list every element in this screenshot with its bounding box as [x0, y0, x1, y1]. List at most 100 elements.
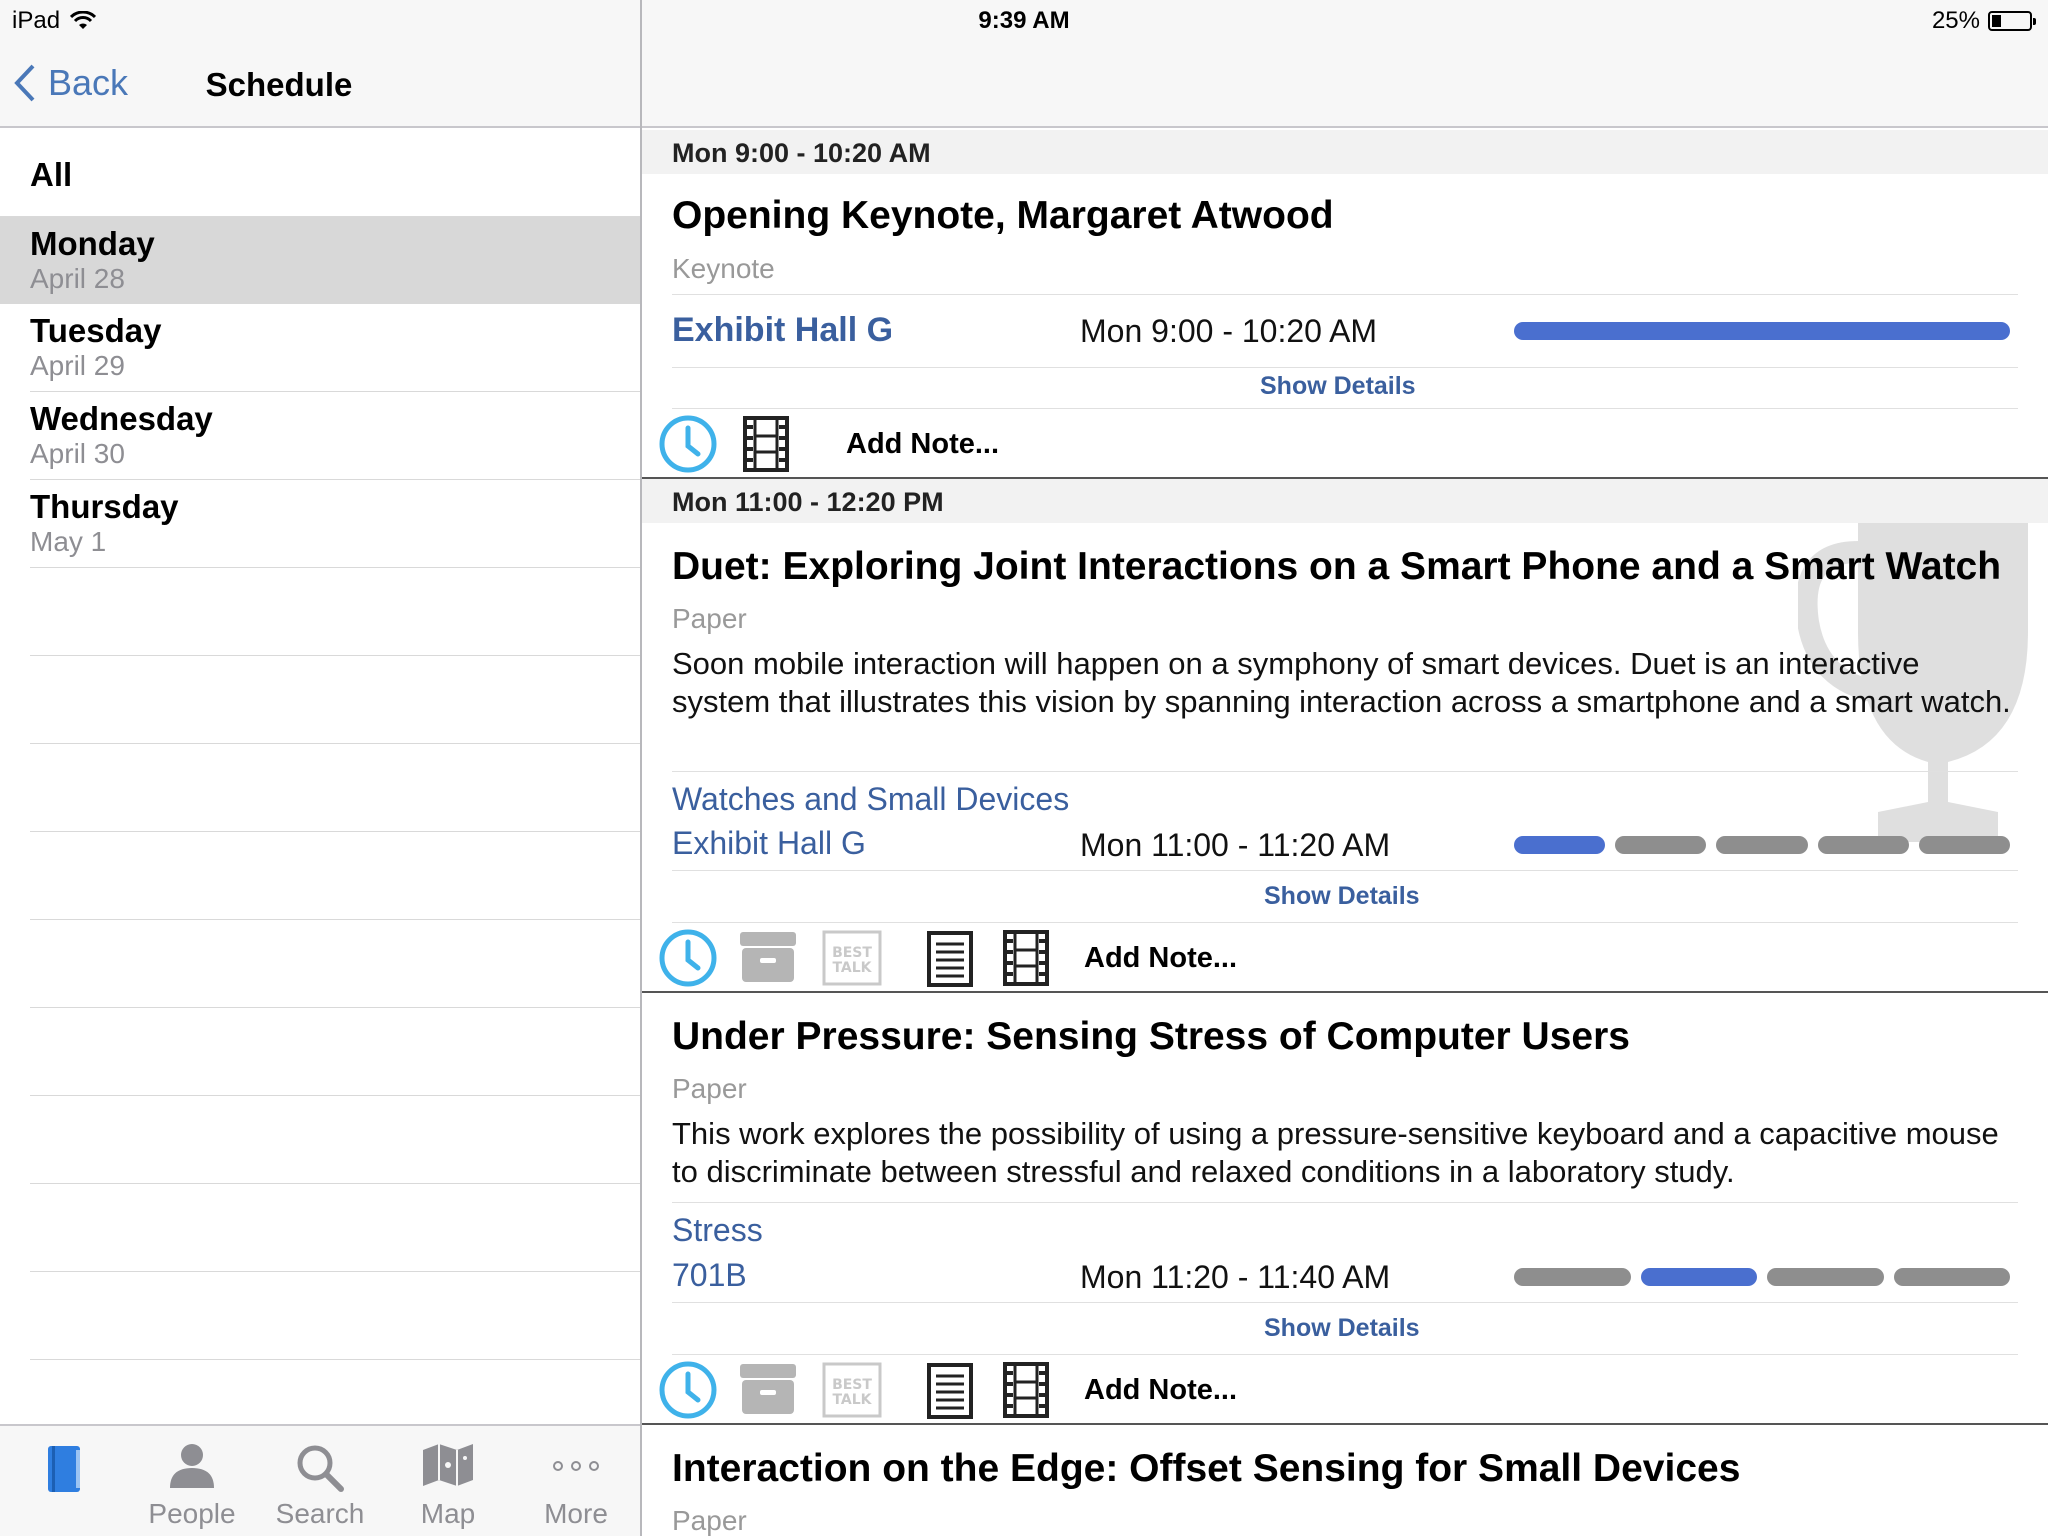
day-item-all[interactable]: All	[0, 128, 640, 217]
battery-percent: 25%	[1931, 7, 1980, 34]
best-talk-icon[interactable]: BEST TALK	[822, 1362, 882, 1418]
page-title-text: Schedule	[205, 66, 353, 103]
timeline-segment[interactable]	[1615, 836, 1707, 854]
clock-icon[interactable]	[658, 414, 718, 474]
timeline-segment[interactable]	[1514, 836, 1606, 854]
day-item-wednesday[interactable]: Wednesday April 30	[30, 392, 640, 480]
add-note-button[interactable]: Add Note...	[846, 428, 999, 461]
timeline-segment[interactable]	[1817, 836, 1909, 854]
empty-row	[30, 656, 640, 744]
timeline-segment[interactable]	[1640, 1268, 1757, 1286]
document-icon[interactable]	[926, 930, 974, 988]
talk-type: Paper	[672, 1073, 747, 1104]
talk-type: Keynote	[672, 253, 775, 284]
show-details-link[interactable]: Show Details	[1260, 372, 1416, 401]
talk-abstract: This work explores the possibility of us…	[672, 1116, 1999, 1189]
session-time-header: Mon 11:00 - 12:20 PM	[642, 479, 2048, 523]
tab-people[interactable]: People	[128, 1426, 256, 1536]
status-bar: iPad 9:39 AM 25%	[0, 0, 2048, 40]
empty-row	[30, 832, 640, 920]
add-note-button[interactable]: Add Note...	[1084, 942, 1237, 975]
session-link[interactable]: Watches and Small Devices	[672, 781, 1069, 818]
talk-time: Mon 9:00 - 10:20 AM	[1080, 313, 1378, 349]
timeline-segment[interactable]	[1893, 1268, 2010, 1286]
session-time-header: Mon 9:00 - 10:20 AM	[642, 130, 2048, 174]
tab-schedule[interactable]	[0, 1426, 128, 1536]
talk-type: Paper	[672, 1505, 747, 1536]
tab-bar: People Search Map More	[0, 1424, 640, 1536]
day-name: Thursday	[30, 488, 179, 525]
tab-more[interactable]: More	[512, 1426, 640, 1536]
talk-title: Under Pressure: Sensing Stress of Comput…	[672, 1015, 1630, 1058]
svg-text:TALK: TALK	[832, 1392, 872, 1408]
talk-title: Interaction on the Edge: Offset Sensing …	[672, 1447, 1741, 1490]
best-talk-icon[interactable]: BEST TALK	[822, 930, 882, 986]
separator	[672, 1354, 2018, 1355]
book-icon	[48, 1446, 80, 1492]
day-all-label: All	[30, 156, 73, 193]
separator	[672, 294, 2018, 295]
film-icon[interactable]	[1002, 930, 1050, 986]
film-icon[interactable]	[1002, 1362, 1050, 1418]
day-date: May 1	[30, 526, 107, 557]
timeline-segment[interactable]	[1514, 322, 2010, 340]
tab-label: More	[544, 1498, 608, 1529]
talk-title: Opening Keynote, Margaret Atwood	[672, 194, 1334, 237]
day-list: All Monday April 28 Tuesday April 29 Wed…	[0, 128, 640, 1448]
empty-row	[30, 568, 640, 656]
clock-icon[interactable]	[658, 928, 718, 988]
room-link[interactable]: 701B	[672, 1257, 747, 1294]
add-note-button[interactable]: Add Note...	[1084, 1374, 1237, 1407]
room-link[interactable]: Exhibit Hall G	[672, 311, 893, 350]
battery-fill	[1992, 15, 2001, 27]
more-icon	[553, 1461, 599, 1471]
empty-row	[30, 1008, 640, 1096]
tab-search[interactable]: Search	[256, 1426, 384, 1536]
clock-icon[interactable]	[658, 1360, 718, 1420]
status-right: 25%	[1931, 7, 2036, 35]
separator	[672, 367, 2018, 368]
day-item-thursday[interactable]: Thursday May 1	[30, 480, 640, 568]
archive-icon[interactable]	[738, 1362, 798, 1418]
timeline-bar	[1514, 1268, 2010, 1286]
svg-text:BEST: BEST	[832, 945, 872, 961]
empty-row	[30, 744, 640, 832]
timeline-bar	[1514, 322, 2010, 340]
show-details-link[interactable]: Show Details	[1264, 882, 1420, 911]
day-name: Monday	[30, 225, 155, 262]
separator	[672, 771, 2018, 772]
page-title: Schedule	[0, 66, 640, 104]
film-icon[interactable]	[742, 416, 790, 472]
timeline-segment[interactable]	[1767, 1268, 1884, 1286]
battery-icon	[1988, 11, 2036, 31]
show-details-link[interactable]: Show Details	[1264, 1314, 1420, 1343]
separator	[672, 408, 2018, 409]
talk-time: Mon 11:20 - 11:40 AM	[1080, 1259, 1391, 1295]
tab-label: People	[148, 1498, 236, 1529]
tab-map[interactable]: Map	[384, 1426, 512, 1536]
talk-abstract: Soon mobile interaction will happen on a…	[672, 646, 2011, 719]
day-name: Tuesday	[30, 312, 162, 349]
session-separator	[642, 1423, 2048, 1425]
session-separator	[642, 991, 2048, 993]
svg-text:TALK: TALK	[832, 960, 872, 976]
empty-row	[30, 1096, 640, 1184]
tab-label: Search	[275, 1498, 365, 1529]
empty-row	[30, 920, 640, 1008]
svg-text:BEST: BEST	[832, 1377, 872, 1393]
timeline-segment[interactable]	[1514, 1268, 1631, 1286]
day-item-monday[interactable]: Monday April 28	[0, 217, 640, 304]
day-item-tuesday[interactable]: Tuesday April 29	[30, 304, 640, 392]
map-icon	[423, 1444, 473, 1486]
timeline-segment[interactable]	[1716, 836, 1808, 854]
day-date: April 30	[30, 438, 125, 469]
document-icon[interactable]	[926, 1362, 974, 1420]
session-link[interactable]: Stress	[672, 1212, 763, 1249]
room-link[interactable]: Exhibit Hall G	[672, 825, 866, 862]
empty-row	[30, 1184, 640, 1272]
timeline-segment[interactable]	[1918, 836, 2010, 854]
archive-icon[interactable]	[738, 930, 798, 986]
separator	[672, 1302, 2018, 1303]
status-time: 9:39 AM	[978, 7, 1070, 34]
session-header-label: Mon 11:00 - 12:20 PM	[672, 487, 944, 517]
